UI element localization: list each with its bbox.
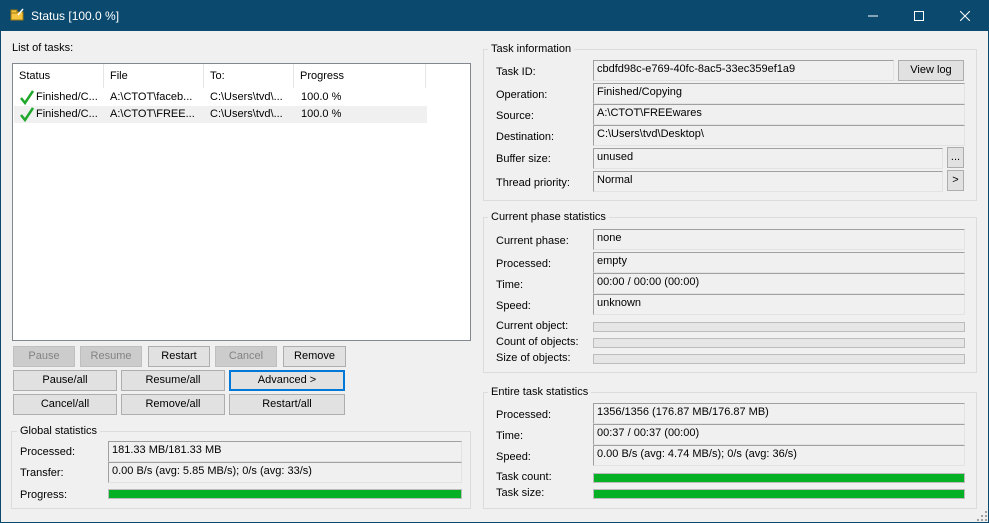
cancel-all-button[interactable]: Cancel/all [13, 394, 117, 415]
task-list-label: List of tasks: [12, 42, 74, 54]
phase-time-field: 00:00 / 00:00 (00:00) [593, 273, 965, 294]
resume-all-button[interactable]: Resume/all [121, 370, 225, 391]
global-processed-label: Processed: [20, 446, 76, 458]
thread-priority-label: Thread priority: [496, 177, 570, 189]
task-row[interactable]: Finished/C... A:\CTOT\FREE... C:\Users\t… [14, 106, 427, 123]
task-count-fill [594, 474, 964, 482]
global-statistics-title: Global statistics [17, 425, 101, 437]
task-size-bar [593, 489, 965, 499]
entire-time-label: Time: [496, 430, 524, 442]
count-of-objects-label: Count of objects: [496, 336, 579, 348]
resume-button[interactable]: Resume [80, 346, 142, 367]
entire-processed-label: Processed: [496, 409, 552, 421]
maximize-button[interactable] [896, 0, 942, 31]
column-header-progress[interactable]: Progress [294, 64, 426, 88]
entire-time-field: 00:37 / 00:37 (00:00) [593, 424, 965, 445]
advanced-button[interactable]: Advanced > [229, 370, 345, 391]
thread-priority-button[interactable]: > [947, 170, 964, 191]
minimize-icon [868, 15, 878, 16]
source-field: A:\CTOT\FREEwares [593, 104, 965, 125]
column-header-to[interactable]: To: [204, 64, 294, 88]
buffer-size-field: unused [593, 148, 943, 169]
task-size-fill [594, 490, 964, 498]
current-phase-label: Current phase: [496, 235, 569, 247]
task-progress: 100.0 % [301, 108, 342, 120]
count-of-objects-bar [593, 338, 965, 348]
global-progress-label: Progress: [20, 489, 68, 501]
task-count-bar [593, 473, 965, 483]
app-icon [10, 8, 24, 21]
task-list[interactable]: Status File To: Progress Finished/C... A… [12, 63, 471, 341]
destination-label: Destination: [496, 131, 555, 143]
phase-time-label: Time: [496, 279, 524, 291]
size-of-objects-label: Size of objects: [496, 352, 571, 364]
task-id-field: cbdfd98c-e769-40fc-8ac5-33ec359ef1a9 [593, 60, 894, 81]
task-file: A:\CTOT\FREE... [110, 108, 195, 120]
window-title: Status [100.0 %] [31, 9, 120, 23]
task-size-label: Task size: [496, 487, 545, 499]
global-transfer-label: Transfer: [20, 467, 64, 479]
global-transfer-field: 0.00 B/s (avg: 5.85 MB/s); 0/s (avg: 33/… [108, 462, 462, 483]
title-bar: Status [100.0 %] [0, 0, 989, 31]
task-count-label: Task count: [496, 471, 552, 483]
column-header-status[interactable]: Status [13, 64, 104, 88]
task-status: Finished/C... [36, 91, 98, 103]
phase-processed-field: empty [593, 252, 965, 273]
pause-all-button[interactable]: Pause/all [13, 370, 117, 391]
thread-priority-field: Normal [593, 171, 943, 192]
current-object-label: Current object: [496, 320, 569, 332]
current-object-bar [593, 322, 965, 332]
cancel-button[interactable]: Cancel [215, 346, 277, 367]
operation-field: Finished/Copying [593, 83, 965, 104]
task-id-label: Task ID: [496, 66, 536, 78]
destination-field: C:\Users\tvd\Desktop\ [593, 125, 965, 146]
phase-speed-label: Speed: [496, 300, 531, 312]
buffer-size-button[interactable]: ... [947, 147, 964, 168]
buffer-size-label: Buffer size: [496, 153, 551, 165]
entire-speed-label: Speed: [496, 451, 531, 463]
phase-processed-label: Processed: [496, 258, 552, 270]
task-status: Finished/C... [36, 108, 98, 120]
task-row[interactable]: Finished/C... A:\CTOT\faceb... C:\Users\… [14, 89, 427, 106]
close-button[interactable] [942, 0, 988, 31]
restart-button[interactable]: Restart [148, 346, 210, 367]
remove-button[interactable]: Remove [283, 346, 346, 367]
global-processed-field: 181.33 MB/181.33 MB [108, 441, 462, 462]
check-icon [20, 90, 34, 105]
entire-task-title: Entire task statistics [488, 386, 592, 398]
minimize-button[interactable] [850, 0, 896, 31]
global-progress-fill [109, 490, 461, 498]
global-progress-bar [108, 489, 462, 499]
current-phase-title: Current phase statistics [488, 211, 609, 223]
entire-speed-field: 0.00 B/s (avg: 4.74 MB/s); 0/s (avg: 36/… [593, 445, 965, 466]
entire-processed-field: 1356/1356 (176.87 MB/176.87 MB) [593, 403, 965, 424]
task-destination: C:\Users\tvd\... [210, 91, 283, 103]
size-of-objects-bar [593, 354, 965, 364]
task-progress: 100.0 % [301, 91, 342, 103]
current-phase-field: none [593, 229, 965, 250]
source-label: Source: [496, 110, 534, 122]
task-destination: C:\Users\tvd\... [210, 108, 283, 120]
operation-label: Operation: [496, 89, 548, 101]
view-log-button[interactable]: View log [898, 60, 964, 81]
phase-speed-field: unknown [593, 294, 965, 315]
task-information-title: Task information [488, 43, 575, 55]
close-icon [960, 10, 970, 21]
pause-button[interactable]: Pause [13, 346, 75, 367]
remove-all-button[interactable]: Remove/all [121, 394, 225, 415]
check-icon [20, 107, 34, 122]
resize-grip-icon[interactable] [977, 511, 987, 521]
column-header-file[interactable]: File [104, 64, 204, 88]
task-file: A:\CTOT\faceb... [110, 91, 193, 103]
maximize-icon [914, 10, 924, 21]
restart-all-button[interactable]: Restart/all [229, 394, 345, 415]
